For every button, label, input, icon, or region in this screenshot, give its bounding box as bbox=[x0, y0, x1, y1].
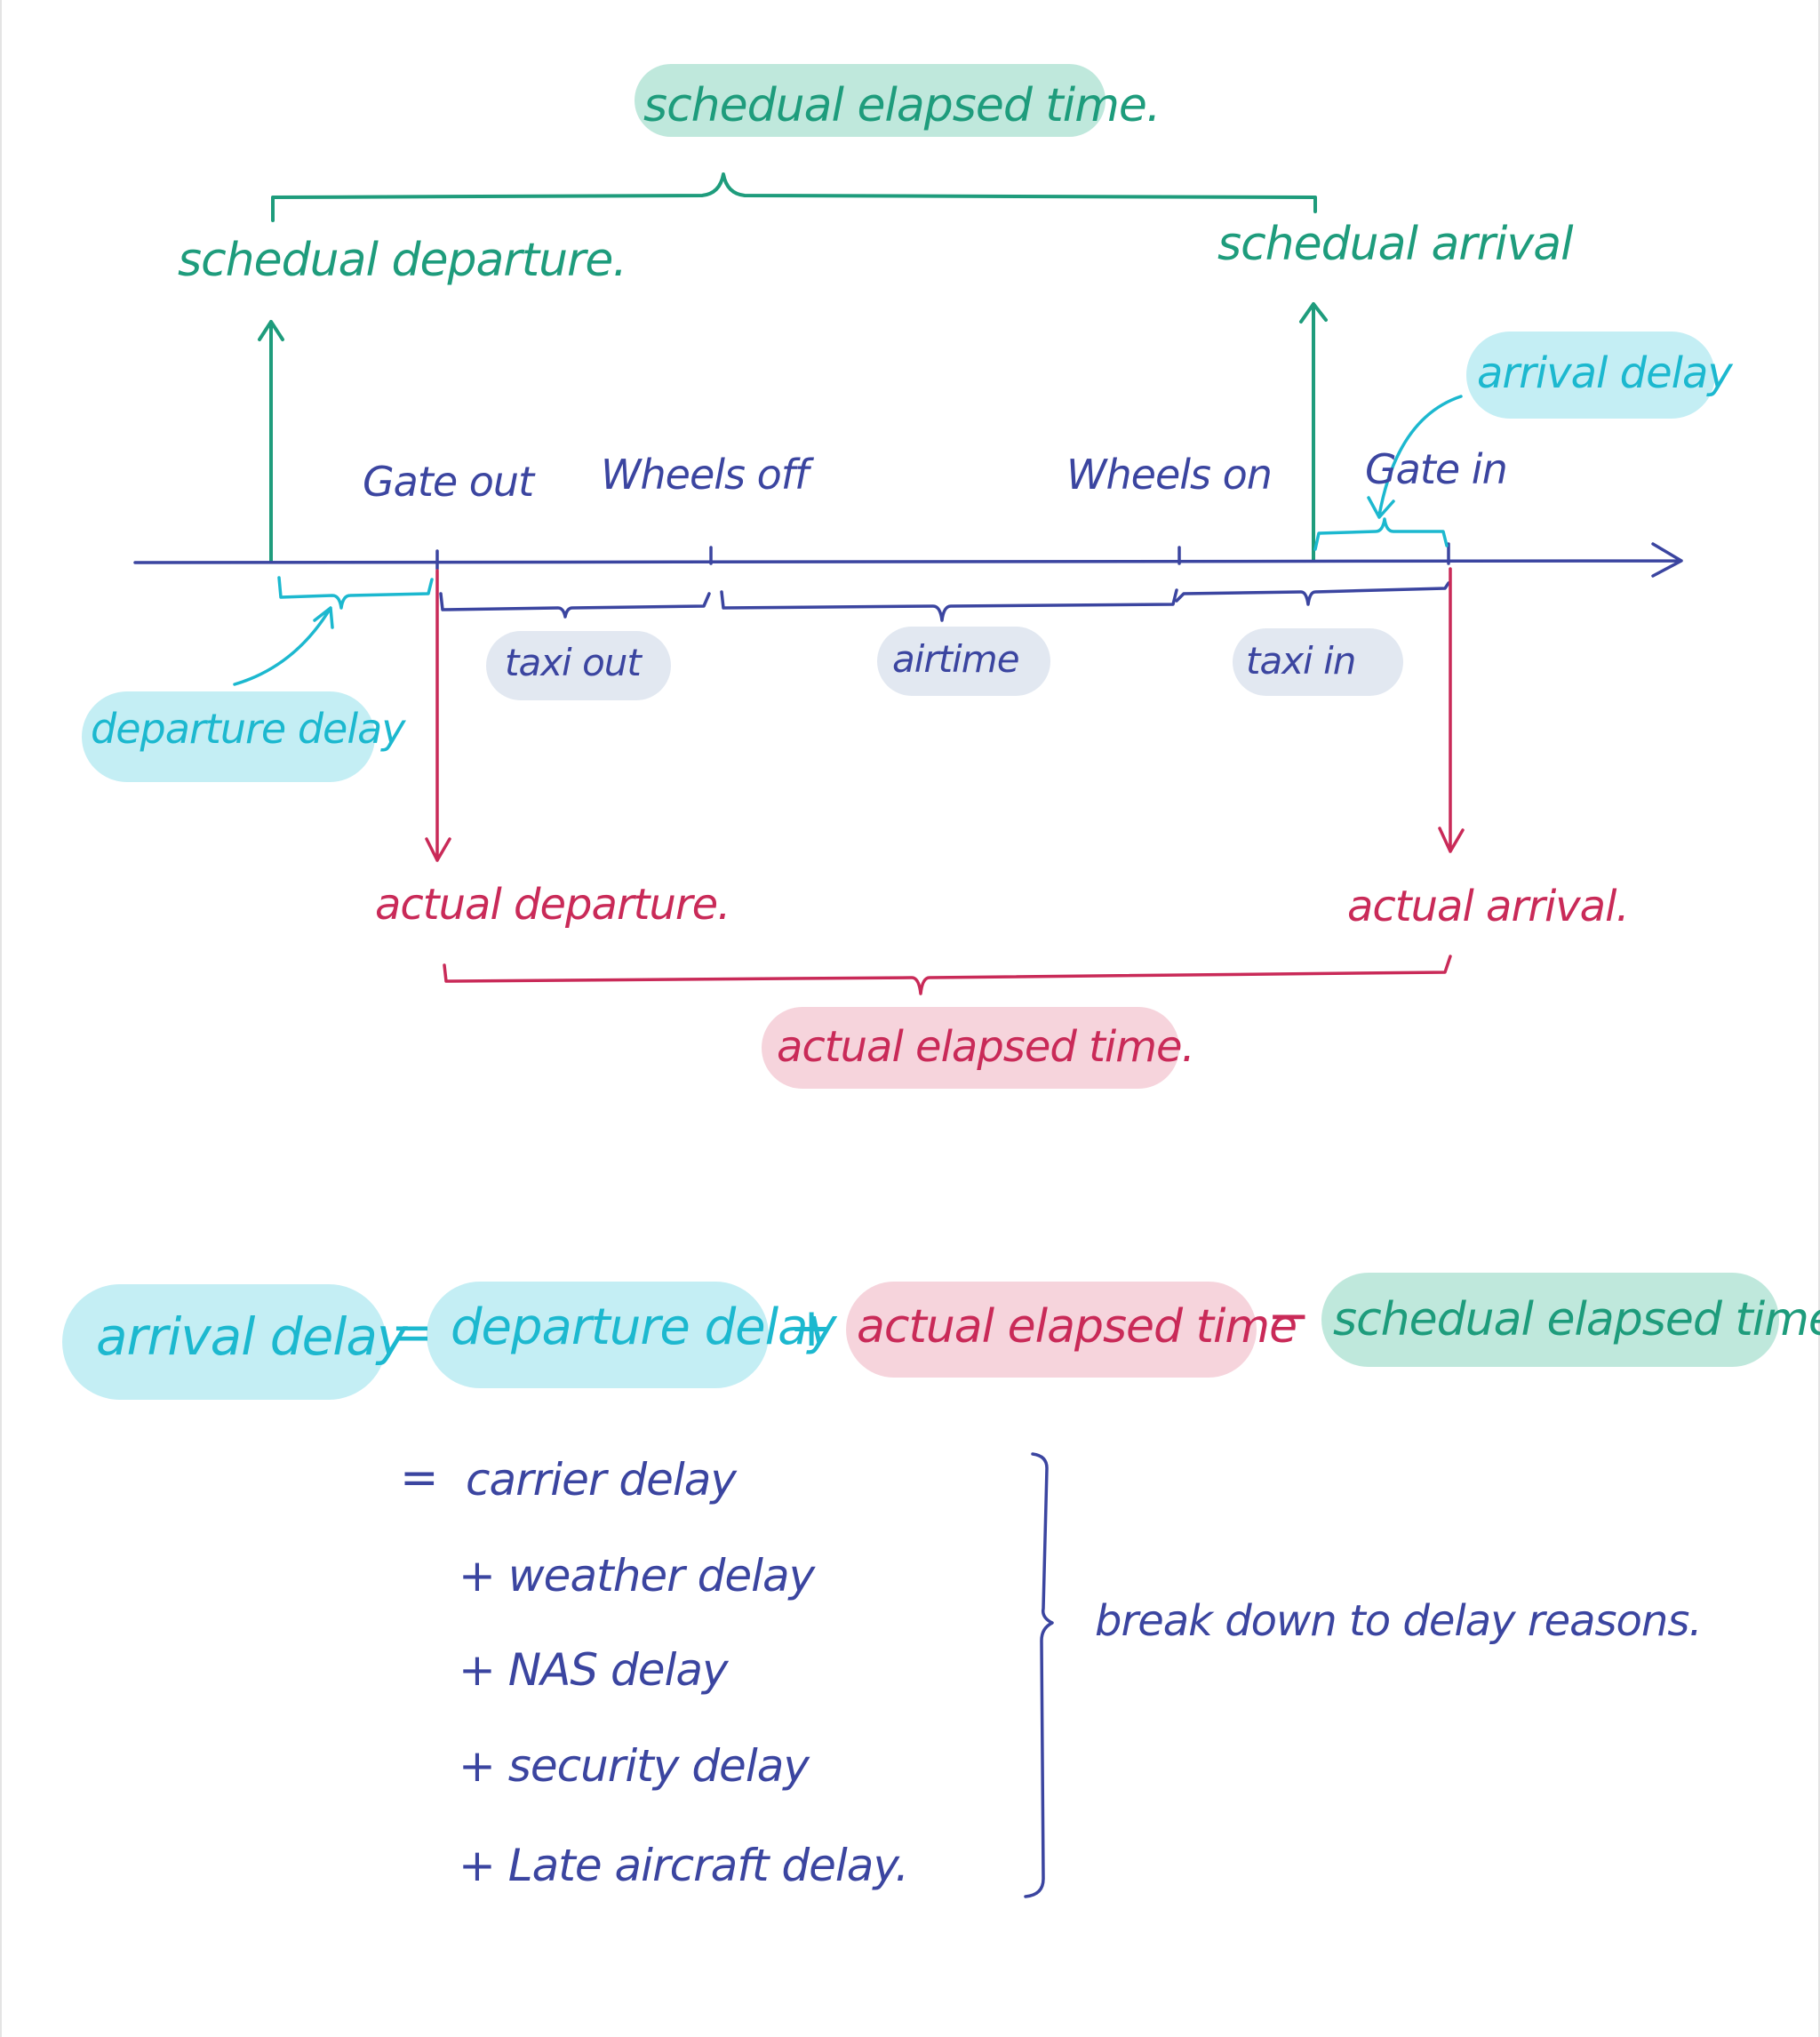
delay-breakdown: = carrier delay + weather delay + NAS de… bbox=[400, 1451, 1703, 1891]
flight-delay-diagram: schedual elapsed time. schedual departur… bbox=[62, 64, 1820, 1898]
actual-arrival-arrow bbox=[1438, 567, 1465, 853]
actual-elapsed-brace bbox=[443, 955, 1452, 995]
eq-departure-delay: departure delay bbox=[451, 1298, 837, 1356]
scheduled-departure-label: schedual departure. bbox=[178, 234, 627, 287]
eq-equals: = bbox=[391, 1304, 432, 1362]
arrival-delay-brace bbox=[1313, 517, 1449, 551]
actual-elapsed-time-label: actual elapsed time. bbox=[777, 1022, 1194, 1072]
breakdown-item: + security delay bbox=[459, 1740, 810, 1792]
eq-plus: + bbox=[789, 1297, 833, 1359]
gate-in-label: Gate in bbox=[1365, 445, 1507, 493]
eq-arrival-delay: arrival delay bbox=[96, 1306, 408, 1367]
scheduled-departure-arrow bbox=[258, 320, 284, 563]
actual-departure-arrow bbox=[425, 569, 451, 862]
breakdown-note: break down to delay reasons. bbox=[1095, 1596, 1702, 1646]
gate-out-label: Gate out bbox=[363, 458, 536, 506]
whiteboard-canvas: schedual elapsed time. schedual departur… bbox=[0, 0, 1820, 2037]
taxi-in-brace bbox=[1175, 581, 1450, 606]
breakdown-item: + Late aircraft delay. bbox=[459, 1840, 908, 1891]
airtime-label: airtime bbox=[892, 637, 1019, 681]
breakdown-item: + NAS delay bbox=[459, 1644, 730, 1696]
breakdown-item: carrier delay bbox=[466, 1454, 738, 1506]
scheduled-arrival-label: schedual arrival bbox=[1217, 218, 1574, 271]
taxi-in-label: taxi in bbox=[1246, 639, 1355, 683]
scheduled-elapsed-brace bbox=[271, 172, 1317, 222]
breakdown-equals: = bbox=[400, 1451, 438, 1505]
eq-scheduled-elapsed-time: schedual elapsed time. bbox=[1333, 1293, 1820, 1346]
breakdown-item: + weather delay bbox=[459, 1550, 817, 1602]
airtime-brace bbox=[720, 588, 1178, 622]
wheels-off-label: Wheels off bbox=[601, 451, 814, 499]
departure-delay-pointer bbox=[233, 606, 334, 686]
taxi-out-brace bbox=[439, 592, 711, 619]
departure-delay-label: departure delay bbox=[91, 705, 406, 753]
timeline-labels: schedual elapsed time. schedual departur… bbox=[91, 79, 1734, 1072]
actual-arrival-label: actual arrival. bbox=[1347, 882, 1629, 931]
departure-delay-brace bbox=[277, 576, 434, 610]
breakdown-bracket bbox=[1024, 1452, 1054, 1898]
actual-departure-label: actual departure. bbox=[375, 880, 730, 930]
taxi-out-label: taxi out bbox=[505, 641, 643, 684]
eq-actual-elapsed-time: actual elapsed time bbox=[857, 1300, 1297, 1354]
scheduled-elapsed-time-label: schedual elapsed time. bbox=[643, 79, 1160, 132]
eq-minus: − bbox=[1267, 1285, 1310, 1346]
arrival-delay-label: arrival delay bbox=[1477, 348, 1733, 398]
wheels-on-label: Wheels on bbox=[1066, 451, 1272, 499]
scheduled-arrival-arrow bbox=[1299, 302, 1328, 562]
